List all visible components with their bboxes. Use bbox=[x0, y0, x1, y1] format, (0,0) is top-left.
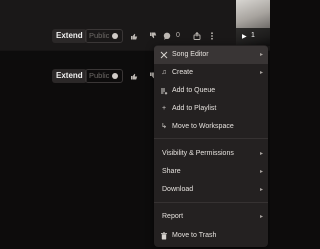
toggle-knob bbox=[112, 33, 118, 39]
menu-item-label: Song Editor bbox=[172, 51, 209, 58]
thumbs-down-icon[interactable] bbox=[149, 32, 157, 40]
menu-item-move-to-trash[interactable]: Move to Trash bbox=[154, 227, 268, 245]
workspace-stage: Extend Public 0 Extend Public ▶ 1 Song E… bbox=[0, 0, 270, 249]
menu-item-label: Create bbox=[172, 69, 194, 76]
chevron-right-icon: ▸ bbox=[259, 151, 263, 157]
menu-item-label: Move to Trash bbox=[172, 232, 217, 239]
play-icon[interactable]: ▶ bbox=[242, 33, 247, 40]
more-options-icon[interactable] bbox=[208, 32, 216, 40]
menu-item-report[interactable]: Report ▸ bbox=[154, 208, 268, 226]
chevron-right-icon: ▸ bbox=[259, 52, 263, 58]
chevron-right-icon: ▸ bbox=[259, 169, 263, 175]
menu-item-add-to-queue[interactable]: Add to Queue bbox=[154, 82, 268, 100]
public-toggle[interactable]: Public bbox=[85, 69, 123, 83]
comment-icon[interactable] bbox=[163, 32, 171, 40]
menu-item-label: Move to Workspace bbox=[172, 123, 234, 130]
menu-item-song-editor[interactable]: Song Editor ▸ bbox=[154, 46, 268, 64]
chevron-right-icon: ▸ bbox=[259, 214, 263, 220]
menu-divider bbox=[154, 138, 268, 139]
trash-icon bbox=[160, 227, 168, 248]
menu-item-label: Report bbox=[162, 213, 184, 220]
public-label: Public bbox=[89, 71, 110, 80]
comment-count: 0 bbox=[176, 32, 180, 39]
menu-item-add-to-playlist[interactable]: + Add to Playlist bbox=[154, 100, 268, 118]
menu-item-label: Visibility & Permissions bbox=[162, 150, 234, 157]
song-row-top[interactable] bbox=[0, 0, 270, 50]
menu-divider bbox=[154, 202, 268, 203]
thumbs-up-icon[interactable] bbox=[130, 72, 138, 80]
thumbs-up-icon[interactable] bbox=[130, 32, 138, 40]
menu-item-label: Add to Playlist bbox=[172, 105, 217, 112]
chevron-right-icon: ▸ bbox=[259, 187, 263, 193]
public-label: Public bbox=[89, 31, 110, 40]
menu-item-download[interactable]: Download ▸ bbox=[154, 181, 268, 199]
chevron-right-icon: ▸ bbox=[259, 70, 263, 76]
menu-item-move-to-workspace[interactable]: ↳ Move to Workspace bbox=[154, 118, 268, 136]
plus-icon: + bbox=[161, 105, 167, 112]
menu-item-label: Share bbox=[162, 168, 181, 175]
move-arrow-icon: ↳ bbox=[161, 123, 167, 130]
public-toggle[interactable]: Public bbox=[85, 29, 123, 43]
toggle-knob bbox=[112, 73, 118, 79]
context-menu: Song Editor ▸ ♫ Create ▸ Add to Queue + … bbox=[154, 45, 268, 247]
play-count: 1 bbox=[251, 32, 255, 39]
extend-button[interactable]: Extend bbox=[52, 29, 87, 43]
menu-item-visibility-permissions[interactable]: Visibility & Permissions ▸ bbox=[154, 145, 268, 163]
menu-item-label: Download bbox=[162, 186, 194, 193]
share-icon[interactable] bbox=[193, 31, 201, 40]
menu-item-share[interactable]: Share ▸ bbox=[154, 163, 268, 181]
menu-item-create[interactable]: ♫ Create ▸ bbox=[154, 64, 268, 82]
menu-item-label: Add to Queue bbox=[172, 87, 216, 94]
music-note-icon: ♫ bbox=[161, 69, 167, 76]
extend-button[interactable]: Extend bbox=[52, 69, 87, 83]
